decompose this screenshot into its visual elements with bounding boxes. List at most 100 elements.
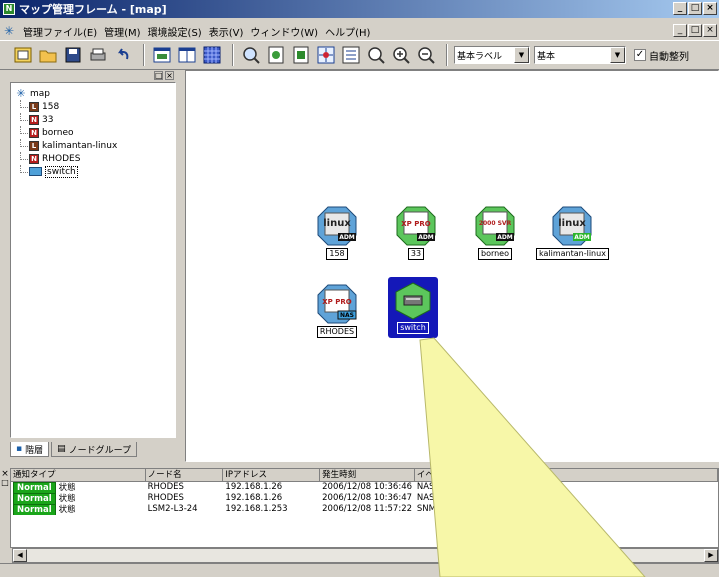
network-map-icon[interactable] — [315, 44, 337, 66]
zoom-out-icon[interactable] — [415, 44, 437, 66]
tree-item-label: switch — [45, 165, 78, 178]
map-node-borneo[interactable]: 2000 SVR ADM borneo — [474, 205, 516, 260]
label-style-select[interactable]: 基本ラベル ▼ — [454, 46, 530, 64]
node-label: RHODES — [316, 326, 358, 338]
auto-arrange-checkbox[interactable]: ✓ 自動整列 — [634, 48, 689, 63]
map-node-33[interactable]: XP PRO ADM 33 — [395, 205, 437, 260]
column-header-notify-type[interactable]: 通知タイプ — [11, 469, 146, 482]
chevron-down-icon[interactable]: ▼ — [514, 47, 529, 63]
windows-2000-server-icon: 2000 SVR ADM — [475, 206, 515, 246]
log-restore-icon[interactable]: □ — [0, 479, 10, 487]
layout-icon[interactable] — [340, 44, 362, 66]
close-button[interactable]: × — [703, 2, 717, 15]
tree-tabs: ▪ 階層 ▤ ノードグループ — [10, 442, 138, 458]
ip-address-cell: 192.168.1.26 — [225, 482, 283, 492]
horizontal-scrollbar[interactable]: ◀ ▶ — [12, 548, 719, 563]
column-header-node-name[interactable]: ノード名 — [145, 469, 224, 482]
add-node-icon[interactable] — [12, 44, 34, 66]
windows-node-icon: N — [29, 153, 39, 164]
node-os-text: 2000 SVR — [479, 220, 512, 227]
menu-file[interactable]: 管理ファイル(E) — [23, 24, 97, 39]
node-name-cell: LSM2-L3-24 — [147, 504, 198, 514]
split-view-icon[interactable] — [176, 44, 198, 66]
tree-item-33[interactable]: N 33 — [15, 113, 171, 126]
notify-type-cell: Normal 状態 — [11, 493, 146, 504]
zoom-reset-icon[interactable] — [365, 44, 387, 66]
tree-item-borneo[interactable]: N borneo — [15, 126, 171, 139]
ip-address-cell: 192.168.1.253 — [225, 504, 288, 514]
network-switch-icon — [395, 282, 431, 320]
print-icon[interactable] — [87, 44, 109, 66]
node-os-text: linux — [323, 218, 351, 229]
window-layout-icon[interactable] — [151, 44, 173, 66]
node-sub-text: ADM — [575, 234, 591, 241]
table-row[interactable]: Normal 状態 LSM2-L3-24 192.168.1.253 2006/1… — [11, 504, 718, 515]
tree-item-rhodes[interactable]: N RHODES — [15, 152, 171, 165]
map-node-rhodes[interactable]: XP PRO NAS RHODES — [316, 283, 358, 338]
table-row[interactable]: Normal 状態 RHODES 192.168.1.26 2006/12/08 … — [11, 482, 718, 493]
notify-type-text: 状態 — [58, 505, 76, 515]
node-sub-text: NAS — [340, 312, 354, 319]
mdi-close-button[interactable]: × — [703, 24, 717, 37]
column-header-event[interactable]: イベ — [414, 469, 718, 482]
map-node-158[interactable]: linux ADM 158 — [316, 205, 358, 260]
menu-view[interactable]: 表示(V) — [209, 24, 244, 39]
menu-window[interactable]: ウィンドウ(W) — [250, 24, 318, 39]
tab-label: 階層 — [25, 445, 44, 456]
column-header-ip-address[interactable]: IPアドレス — [223, 469, 321, 482]
tree-item-switch[interactable]: switch — [15, 165, 171, 178]
node-tree[interactable]: ✳ map L 158 N 33 N borneo L kalimantan-l… — [10, 82, 176, 438]
node-os-text: XP PRO — [322, 298, 351, 306]
node-status-icon[interactable] — [290, 44, 312, 66]
windows-node-icon: N — [29, 127, 39, 138]
minimize-button[interactable]: _ — [673, 2, 687, 15]
tab-hierarchy[interactable]: ▪ 階層 — [10, 442, 50, 457]
mdi-controls: _ □ × — [673, 24, 717, 37]
menu-manage[interactable]: 管理(M) — [104, 24, 140, 39]
map-canvas[interactable]: linux ADM 158 XP PRO ADM 33 2000 SVR ADM… — [185, 70, 719, 462]
pane-restore-button[interactable]: □ — [154, 71, 163, 80]
column-header-time[interactable]: 発生時刻 — [320, 469, 415, 482]
tree-root[interactable]: ✳ map — [15, 87, 171, 100]
menu-settings[interactable]: 環境設定(S) — [148, 24, 202, 39]
tree-item-158[interactable]: L 158 — [15, 100, 171, 113]
find-node-icon[interactable] — [240, 44, 262, 66]
grid-view-icon[interactable] — [201, 44, 223, 66]
display-style-value: 基本 — [537, 51, 556, 62]
notify-type-cell: Normal 状態 — [11, 482, 146, 493]
node-label: switch — [397, 322, 429, 334]
linux-server-icon: linux ADM — [552, 206, 592, 246]
window-controls: _ □ × — [673, 2, 717, 15]
event-log-pane: × □ 通知タイプ ノード名 IPアドレス 発生時刻 イベ Normal 状態 R… — [0, 464, 719, 577]
chevron-down-icon[interactable]: ▼ — [610, 47, 625, 63]
mdi-restore-button[interactable]: □ — [688, 24, 702, 37]
table-row[interactable]: Normal 状態 RHODES 192.168.1.26 2006/12/08 … — [11, 493, 718, 504]
linux-node-icon: L — [29, 101, 39, 112]
mdi-minimize-button[interactable]: _ — [673, 24, 687, 37]
tab-label: ノードグループ — [68, 445, 132, 456]
pane-close-button[interactable]: × — [165, 71, 174, 80]
tree-root-label: map — [30, 88, 50, 99]
display-style-select[interactable]: 基本 ▼ — [534, 46, 626, 64]
scroll-right-icon[interactable]: ▶ — [704, 549, 718, 562]
undo-icon[interactable] — [112, 44, 134, 66]
map-node-kalimantan-linux[interactable]: linux ADM kalimantan-linux — [536, 205, 609, 260]
map-node-switch[interactable]: switch — [388, 277, 438, 338]
notify-type-text: 状態 — [58, 494, 76, 504]
checkbox-checked-icon[interactable]: ✓ — [634, 49, 646, 61]
tab-node-group[interactable]: ▤ ノードグループ — [51, 442, 138, 457]
windows-xp-icon: XP PRO ADM — [396, 206, 436, 246]
maximize-button[interactable]: □ — [688, 2, 702, 15]
tree-item-kalimantan-linux[interactable]: L kalimantan-linux — [15, 139, 171, 152]
zoom-in-icon[interactable] — [390, 44, 412, 66]
save-icon[interactable] — [62, 44, 84, 66]
menu-help[interactable]: ヘルプ(H) — [325, 24, 370, 39]
scroll-left-icon[interactable]: ◀ — [13, 549, 27, 562]
event-cell: NAS — [416, 493, 435, 503]
auto-arrange-label: 自動整列 — [649, 51, 689, 63]
open-folder-icon[interactable] — [37, 44, 59, 66]
node-os-text: linux — [559, 218, 587, 229]
event-log-table[interactable]: 通知タイプ ノード名 IPアドレス 発生時刻 イベ Normal 状態 RHODE… — [10, 468, 719, 548]
node-properties-icon[interactable] — [265, 44, 287, 66]
tree-item-label: RHODES — [42, 153, 81, 164]
